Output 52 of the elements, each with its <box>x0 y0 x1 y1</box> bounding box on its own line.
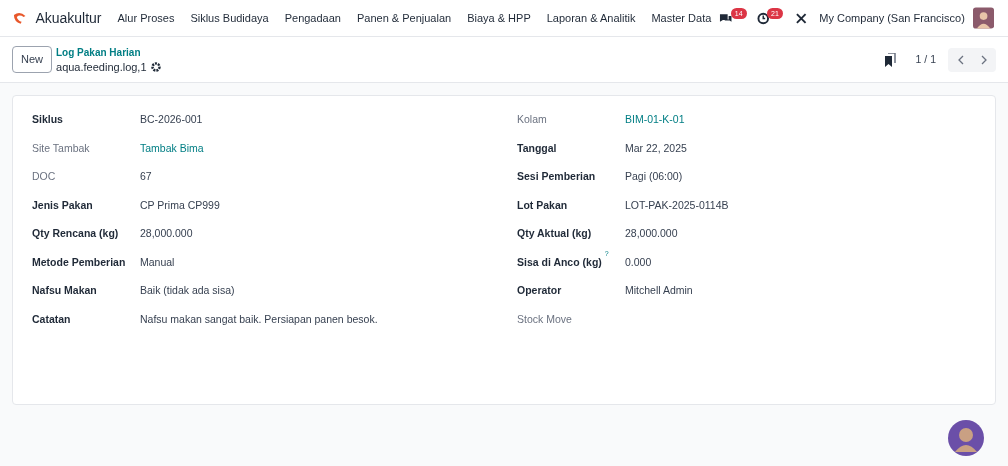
chevron-left-icon <box>956 54 964 65</box>
field-value: Nafsu makan sangat baik. Persiapan panen besok. <box>140 311 378 327</box>
field-label: Sesi Pemberian <box>517 169 596 184</box>
pager-value: 1 / 1 <box>915 51 936 67</box>
field-value: Baik (tidak ada sisa) <box>140 283 235 298</box>
menu-item[interactable]: Pengadaan <box>276 9 349 27</box>
field-value: Pagi (06:00) <box>625 169 683 184</box>
app-name[interactable]: Akuakultur <box>35 7 102 29</box>
field-label: Stock Move <box>517 311 572 327</box>
field-value: BC-2026-001 <box>140 112 203 127</box>
field-label: Qty Rencana (kg) <box>32 226 119 241</box>
field-label: Tanggal <box>517 140 557 156</box>
field-value: 28,000.000 <box>140 226 193 241</box>
new-button[interactable]: New <box>12 46 52 73</box>
field-link[interactable]: BIM-01-K-01 <box>625 112 685 128</box>
field-value: 67 <box>140 169 152 184</box>
field-link[interactable]: Tambak Bima <box>140 140 204 157</box>
menu-item[interactable]: Panen & Penjualan <box>348 9 460 27</box>
field-label: Sisa di Anco (kg) <box>517 254 602 270</box>
field-value: Manual <box>140 254 175 270</box>
field-label: DOC <box>32 169 56 184</box>
bookmark-icon[interactable] <box>883 52 896 67</box>
field-label: Site Tambak <box>32 140 90 156</box>
field-value: Mar 22, 2025 <box>625 140 687 156</box>
company-name[interactable]: My Company (San Francisco) <box>819 9 965 27</box>
settings-icon[interactable] <box>150 61 161 72</box>
menu-item[interactable]: Master Data <box>643 9 720 27</box>
field-value: LOT-PAK-2025-0114B <box>625 197 729 213</box>
shrimp-logo-icon[interactable] <box>12 11 28 25</box>
field-label: Operator <box>517 283 562 298</box>
field-label: Catatan <box>32 311 71 327</box>
menu-item[interactable]: Laporan & Analitik <box>538 9 644 27</box>
field-label: Jenis Pakan <box>32 197 93 213</box>
menu-item[interactable]: Alur Proses <box>109 9 183 27</box>
field-value: Mitchell Admin <box>625 283 693 298</box>
field-label: Lot Pakan <box>517 197 568 213</box>
field-label: Kolam <box>517 112 547 127</box>
clock-icon[interactable] <box>756 11 770 25</box>
menu-item[interactable]: Siklus Budidaya <box>182 9 277 27</box>
record-name: aqua.feeding.log,1 <box>56 59 147 74</box>
chevron-right-icon <box>980 54 988 65</box>
field-value: 0.000 <box>625 254 652 270</box>
field-label: Qty Aktual (kg) <box>517 226 592 241</box>
assistant-avatar[interactable] <box>948 420 984 456</box>
field-label: Siklus <box>32 112 63 127</box>
field-value: CP Prima CP999 <box>140 197 220 213</box>
field-label: Nafsu Makan <box>32 283 97 298</box>
user-avatar[interactable] <box>972 7 994 29</box>
field-value: 28,000.000 <box>625 226 678 241</box>
field-label: Metode Pemberian <box>32 254 126 270</box>
breadcrumb-link[interactable]: Log Pakan Harian <box>56 45 161 60</box>
menu-item[interactable]: Biaya & HPP <box>459 9 539 27</box>
